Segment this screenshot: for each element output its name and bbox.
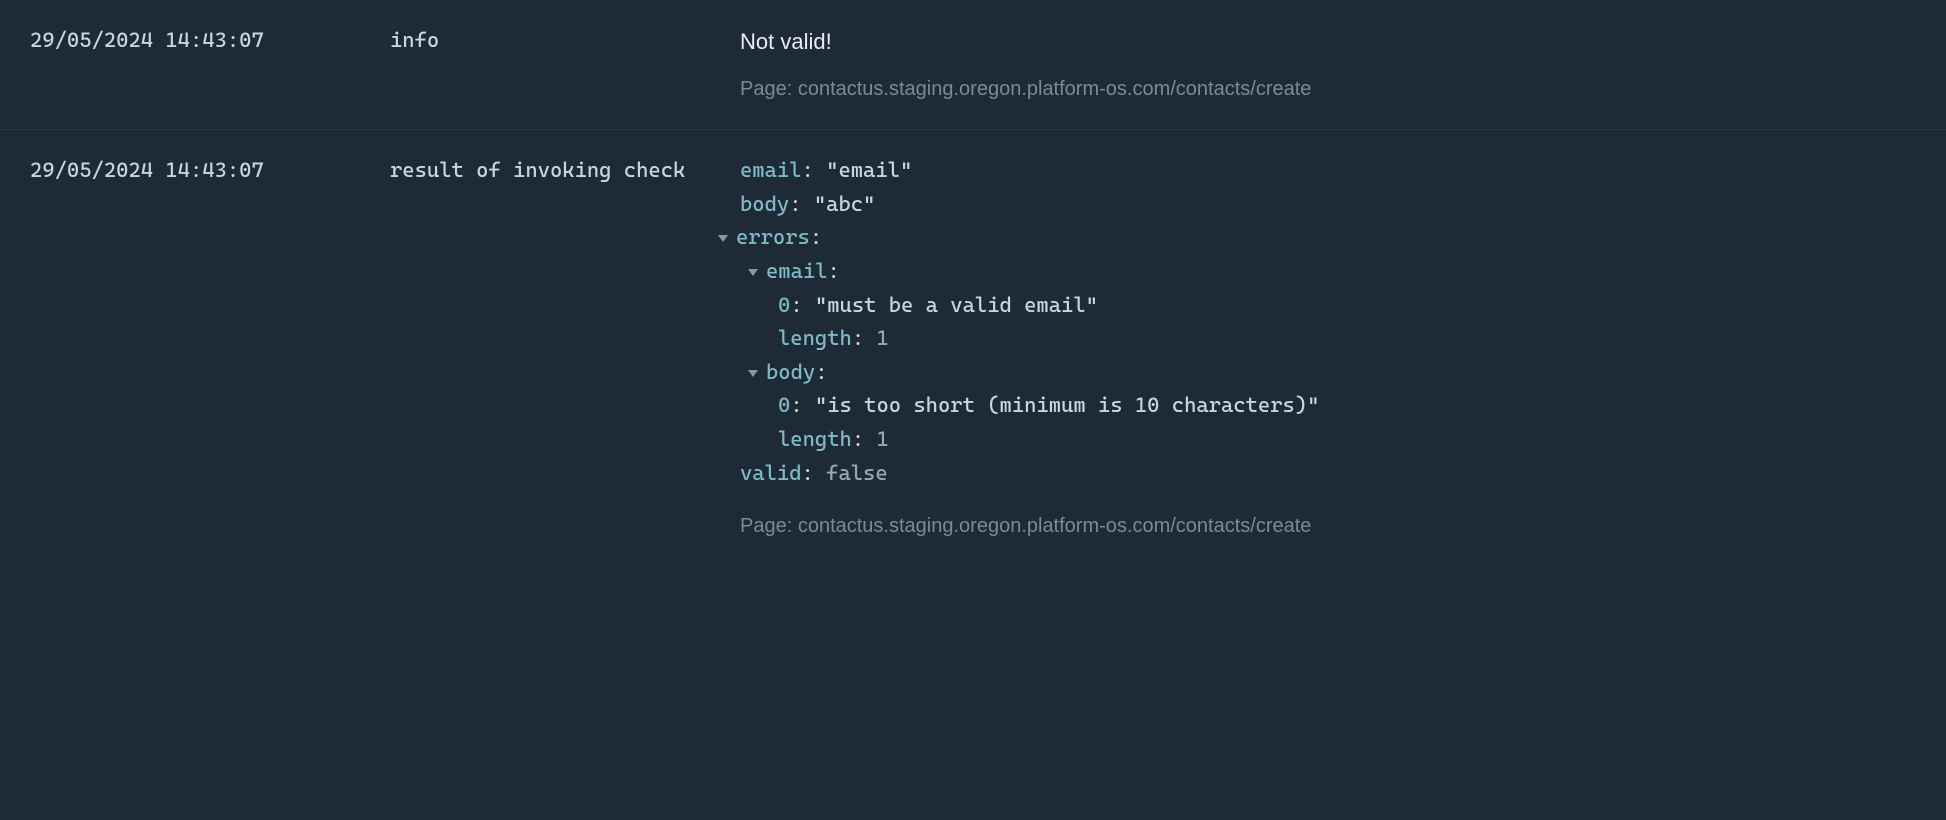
key: length [778,326,852,350]
page-url: Page: contactus.staging.oregon.platform-… [740,73,1946,105]
log-content: email: "email" body: "abc" errors: email… [740,154,1946,542]
log-content: Not valid! Page: contactus.staging.orego… [740,24,1946,105]
colon: : [790,293,815,317]
log-message: Not valid! [740,24,1946,59]
value: "email" [826,158,912,182]
key: 0 [778,393,790,417]
page-prefix: Page: [740,515,798,537]
colon: : [802,461,827,485]
value: false [826,461,888,485]
log-row: 29/05/2024 14:43:07 info Not valid! Page… [0,0,1946,130]
value: "abc" [814,192,876,216]
key: 0 [778,293,790,317]
log-label: info [390,24,740,58]
data-line-errors-body-0: 0: "is too short (minimum is 10 characte… [718,389,1946,423]
data-line-errors-body-length: length: 1 [718,423,1946,457]
data-line-valid: valid: false [740,457,1946,491]
data-line-body: body: "abc" [740,188,1946,222]
timestamp: 29/05/2024 14:43:07 [30,24,390,58]
tree-node-errors-email[interactable]: email: [718,255,1946,289]
value: "is too short (minimum is 10 characters)… [815,393,1320,417]
value: "must be a valid email" [815,293,1098,317]
caret-down-icon [748,269,758,276]
timestamp: 29/05/2024 14:43:07 [30,154,390,188]
colon: : [810,225,822,249]
colon: : [790,393,815,417]
colon: : [802,158,827,182]
key: length [778,427,852,451]
page-value: contactus.staging.oregon.platform-os.com… [798,515,1312,537]
key: body [766,360,815,384]
key: email [740,158,802,182]
tree-node-errors[interactable]: errors: [718,221,1946,255]
page-url: Page: contactus.staging.oregon.platform-… [740,510,1946,542]
data-line-email: email: "email" [740,154,1946,188]
log-row: 29/05/2024 14:43:07 result of invoking c… [0,130,1946,566]
page-value: contactus.staging.oregon.platform-os.com… [798,78,1312,100]
value: 1 [876,326,888,350]
data-line-errors-email-0: 0: "must be a valid email" [718,289,1946,323]
colon: : [852,427,877,451]
caret-down-icon [748,370,758,377]
caret-down-icon [718,235,728,242]
key: body [740,192,789,216]
page-prefix: Page: [740,78,798,100]
colon: : [828,259,840,283]
colon: : [852,326,877,350]
tree-node-errors-body[interactable]: body: [718,356,1946,390]
value: 1 [876,427,888,451]
colon: : [789,192,814,216]
key: email [766,259,828,283]
log-label: result of invoking check [390,154,740,188]
key: errors [736,225,810,249]
key: valid [740,461,802,485]
data-line-errors-email-length: length: 1 [718,322,1946,356]
colon: : [815,360,827,384]
